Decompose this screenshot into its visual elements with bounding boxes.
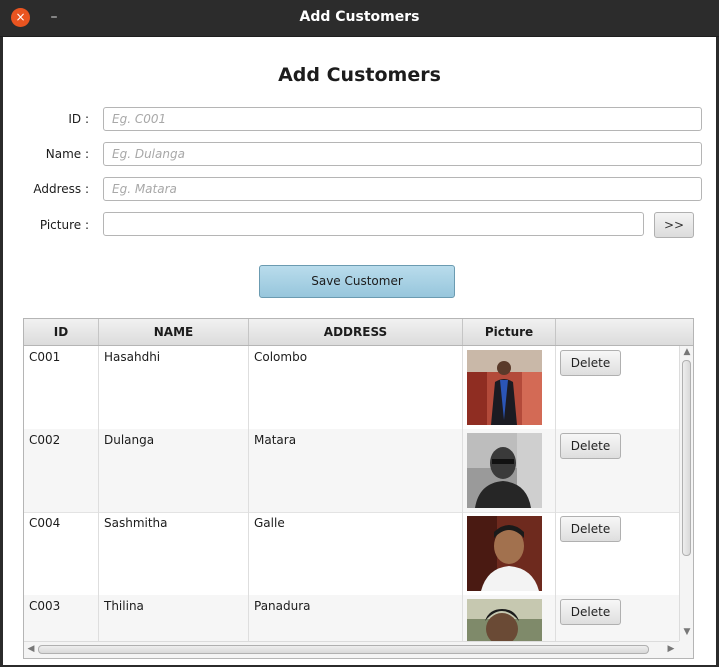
column-header-address[interactable]: ADDRESS bbox=[249, 319, 463, 345]
customers-table: ID NAME ADDRESS Picture C001 Hasahdhi Co… bbox=[23, 318, 694, 659]
customer-photo bbox=[467, 350, 542, 425]
delete-button[interactable]: Delete bbox=[560, 350, 621, 376]
address-label: Address : bbox=[33, 182, 89, 196]
table-row[interactable]: C001 Hasahdhi Colombo Delete bbox=[24, 346, 679, 430]
cell-name: Sashmitha bbox=[99, 512, 249, 595]
id-field[interactable] bbox=[103, 107, 702, 131]
cell-address: Colombo bbox=[249, 346, 463, 429]
cell-id: C003 bbox=[24, 595, 99, 641]
delete-button[interactable]: Delete bbox=[560, 516, 621, 542]
cell-id: C002 bbox=[24, 429, 99, 512]
cell-id: C001 bbox=[24, 346, 99, 429]
table-row[interactable]: C004 Sashmitha Galle Delete bbox=[24, 512, 679, 596]
cell-name: Hasahdhi bbox=[99, 346, 249, 429]
cell-id: C004 bbox=[24, 512, 99, 595]
vertical-scroll-thumb[interactable] bbox=[682, 360, 691, 556]
window-titlebar: × – Add Customers bbox=[0, 0, 719, 37]
cell-address: Matara bbox=[249, 429, 463, 512]
cell-address: Galle bbox=[249, 512, 463, 595]
scrollbar-corner bbox=[679, 641, 693, 658]
table-row[interactable]: C002 Dulanga Matara Delete bbox=[24, 429, 679, 513]
customer-photo bbox=[467, 599, 542, 641]
horizontal-scroll-thumb[interactable] bbox=[38, 645, 649, 654]
delete-button[interactable]: Delete bbox=[560, 599, 621, 625]
customer-photo bbox=[467, 516, 542, 591]
column-header-name[interactable]: NAME bbox=[99, 319, 249, 345]
column-header-picture[interactable]: Picture bbox=[463, 319, 556, 345]
picture-path-field[interactable] bbox=[103, 212, 644, 236]
table-header: ID NAME ADDRESS Picture bbox=[24, 319, 693, 346]
picture-label: Picture : bbox=[39, 218, 89, 232]
column-header-id[interactable]: ID bbox=[24, 319, 99, 345]
column-header-actions[interactable] bbox=[556, 319, 693, 345]
window-content: Add Customers ID : Name : Address : Pict… bbox=[3, 37, 716, 665]
save-customer-button[interactable]: Save Customer bbox=[259, 265, 455, 298]
scroll-down-icon[interactable]: ▼ bbox=[680, 627, 693, 637]
window-title: Add Customers bbox=[299, 9, 420, 25]
cell-address: Panadura bbox=[249, 595, 463, 641]
vertical-scrollbar[interactable]: ▲ ▼ bbox=[679, 346, 693, 641]
cell-name: Dulanga bbox=[99, 429, 249, 512]
address-field[interactable] bbox=[103, 177, 702, 201]
cell-name: Thilina bbox=[99, 595, 249, 641]
horizontal-scrollbar[interactable]: ◀ ▶ bbox=[24, 641, 679, 658]
customer-photo bbox=[467, 433, 542, 508]
name-field[interactable] bbox=[103, 142, 702, 166]
name-label: Name : bbox=[45, 147, 89, 161]
scroll-right-icon[interactable]: ▶ bbox=[664, 644, 678, 654]
page-title: Add Customers bbox=[278, 64, 441, 86]
table-row[interactable]: C003 Thilina Panadura Delete bbox=[24, 595, 679, 641]
id-label: ID : bbox=[68, 112, 89, 126]
table-body: C001 Hasahdhi Colombo Delete C002 Dulang… bbox=[24, 346, 679, 641]
browse-button[interactable]: >> bbox=[654, 212, 694, 238]
scroll-left-icon[interactable]: ◀ bbox=[24, 644, 38, 654]
delete-button[interactable]: Delete bbox=[560, 433, 621, 459]
scroll-up-icon[interactable]: ▲ bbox=[680, 347, 693, 357]
